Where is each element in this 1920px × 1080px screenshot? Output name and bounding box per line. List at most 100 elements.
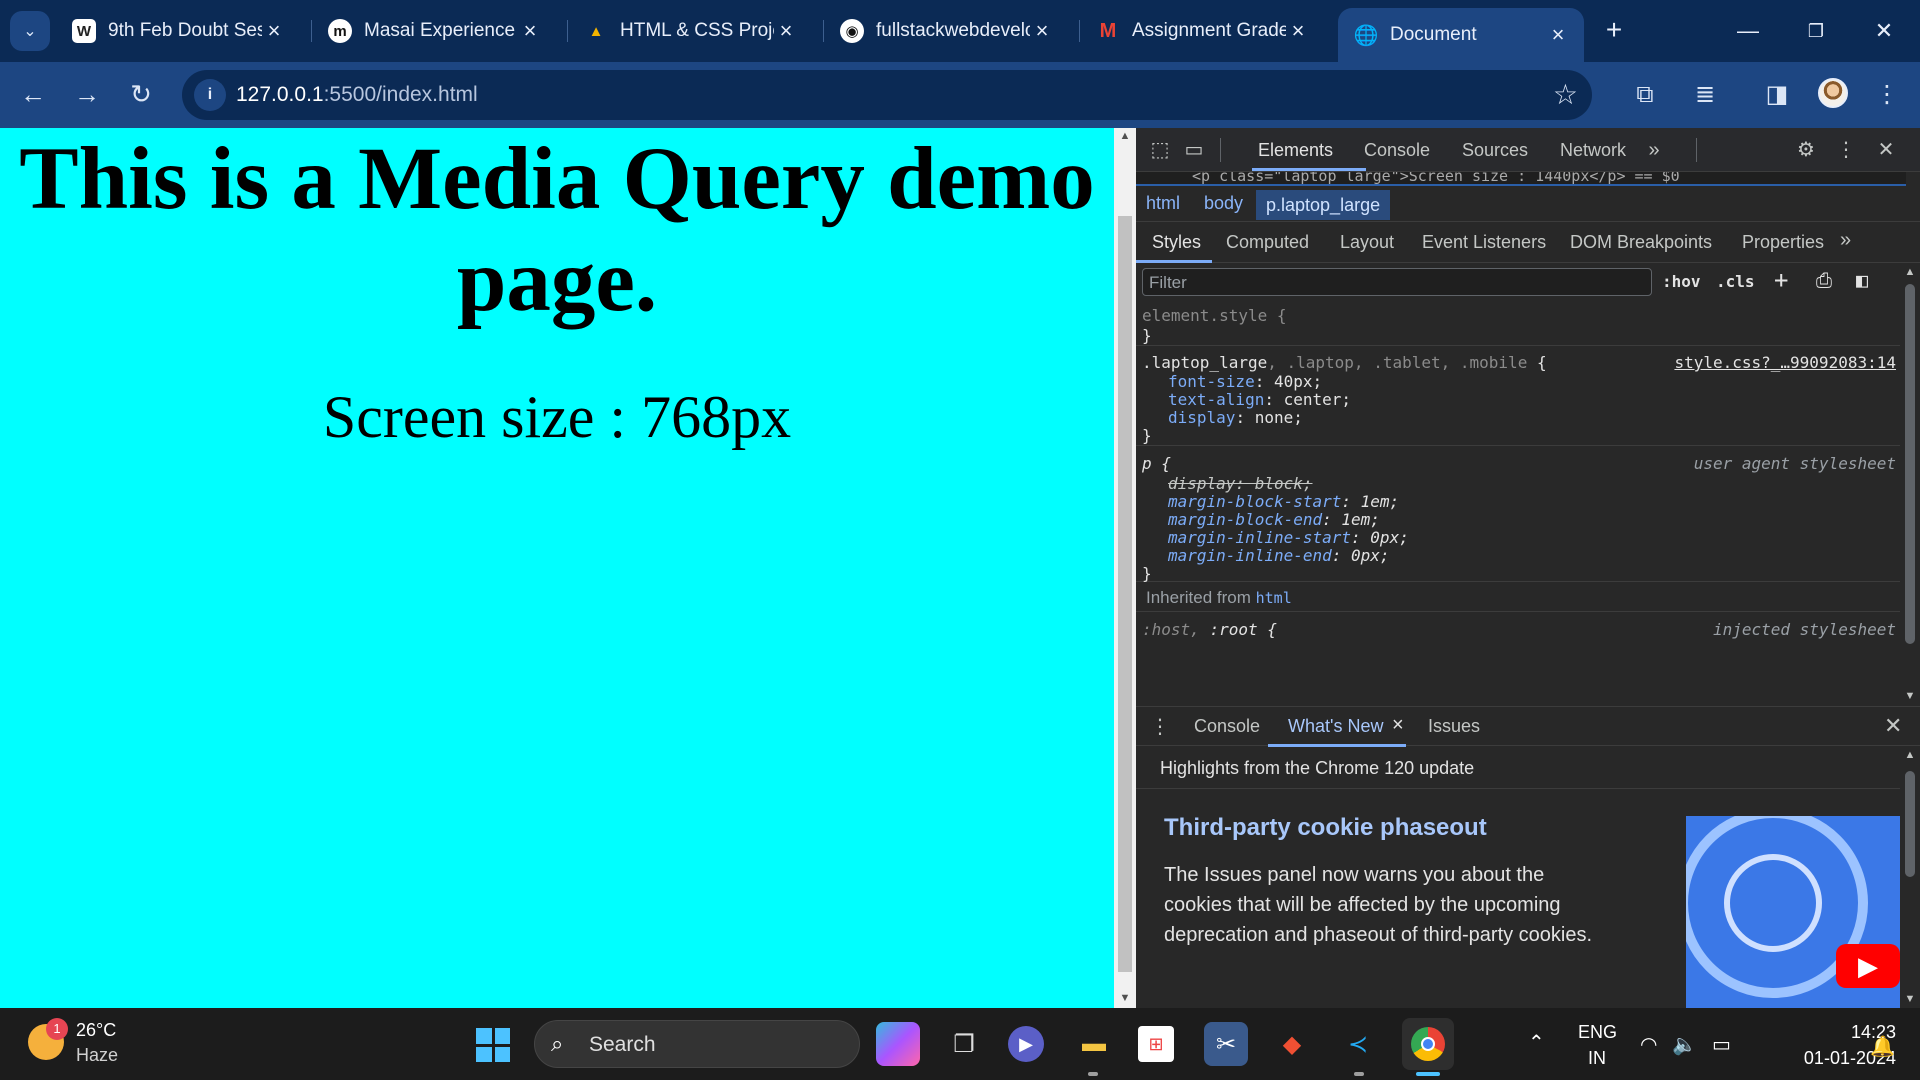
chrome-icon[interactable]	[1402, 1018, 1454, 1070]
site-info-icon[interactable]: i	[194, 79, 226, 111]
page-scrollbar-thumb[interactable]	[1118, 216, 1132, 972]
css-declaration[interactable]: font-size: 40px;	[1168, 372, 1322, 391]
tab-doubt-session[interactable]: W 9th Feb Doubt Ses ×	[56, 8, 300, 54]
styles-scrollbar-thumb[interactable]	[1905, 284, 1915, 644]
new-tab-button[interactable]: +	[1596, 13, 1632, 49]
css-declaration[interactable]: margin-inline-start: 0px;	[1168, 528, 1409, 547]
drawer-scrollbar[interactable]: ▲ ▼	[1900, 747, 1920, 1008]
restore-button[interactable]: ❐	[1786, 12, 1846, 50]
more-subtabs-icon[interactable]: »	[1840, 229, 1851, 252]
close-icon[interactable]: ×	[1546, 22, 1570, 48]
address-bar[interactable]: i 127.0.0.1:5500/index.html ☆	[182, 70, 1592, 120]
scroll-down-icon[interactable]: ▼	[1900, 690, 1920, 702]
breadcrumb-html[interactable]: html	[1146, 193, 1180, 214]
breadcrumb-body[interactable]: body	[1204, 193, 1243, 214]
device-toolbar-icon[interactable]: ▭	[1180, 136, 1208, 164]
styles-filter-input[interactable]: Filter	[1142, 268, 1652, 296]
weather-temperature[interactable]: 26°C	[76, 1020, 116, 1041]
element-style-selector[interactable]: element.style {	[1142, 306, 1287, 325]
tab-document[interactable]: 🌐 Document ×	[1338, 8, 1584, 62]
close-icon[interactable]: ×	[1030, 18, 1054, 44]
close-icon[interactable]: ×	[262, 18, 286, 44]
css-declaration[interactable]: margin-block-end: 1em;	[1168, 510, 1380, 529]
reload-button[interactable]: ↻	[122, 76, 160, 114]
feature-title-link[interactable]: Third-party cookie phaseout	[1164, 814, 1487, 842]
rule-selector[interactable]: .laptop_large, .laptop, .tablet, .mobile…	[1142, 353, 1547, 372]
cls-toggle[interactable]: .cls	[1716, 272, 1755, 291]
scroll-up-icon[interactable]: ▲	[1900, 266, 1920, 278]
show-hidden-icons-chevron-icon[interactable]: ⌃	[1528, 1030, 1545, 1055]
tab-html-css-projects[interactable]: ▲ HTML & CSS Proje ×	[568, 8, 812, 54]
scroll-up-icon[interactable]: ▲	[1900, 749, 1920, 761]
file-explorer-icon[interactable]: ▬	[1072, 1022, 1116, 1066]
close-icon[interactable]: ×	[1286, 18, 1310, 44]
start-button[interactable]	[476, 1028, 510, 1062]
tab-elements[interactable]: Elements	[1258, 140, 1333, 161]
snipping-tool-icon[interactable]: ✂	[1204, 1022, 1248, 1066]
notifications-bell-icon[interactable]: 🔔	[1870, 1034, 1895, 1059]
tab-github[interactable]: ◉ fullstackwebdevelo ×	[824, 8, 1068, 54]
media-controls-icon[interactable]: ≣	[1686, 76, 1724, 114]
tab-console[interactable]: Console	[1364, 140, 1430, 161]
scroll-up-icon[interactable]: ▲	[1114, 130, 1136, 142]
profile-avatar[interactable]	[1818, 78, 1848, 108]
css-declaration[interactable]: margin-block-start: 1em;	[1168, 492, 1399, 511]
battery-icon[interactable]: ▭	[1712, 1032, 1731, 1057]
subtab-properties[interactable]: Properties	[1742, 232, 1824, 253]
rule-selector[interactable]: :host, :root {	[1142, 620, 1277, 639]
back-button[interactable]: ←	[14, 76, 52, 114]
paint-brush-icon[interactable]: ⎙	[1816, 268, 1832, 292]
weather-condition[interactable]: Haze	[76, 1045, 118, 1066]
breadcrumb-p-laptop-large[interactable]: p.laptop_large	[1256, 190, 1391, 220]
side-panel-icon[interactable]: ◨	[1758, 76, 1796, 114]
tab-masai-experience[interactable]: m Masai Experience ×	[312, 8, 556, 54]
forward-button[interactable]: →	[68, 76, 106, 114]
drawer-menu-icon[interactable]: ⋮	[1150, 714, 1170, 739]
vscode-icon[interactable]: ≺	[1336, 1022, 1380, 1066]
close-devtools-icon[interactable]: ✕	[1872, 136, 1900, 164]
teams-chat-icon[interactable]: ▶	[1008, 1026, 1044, 1062]
bookmark-star-icon[interactable]: ☆	[1553, 78, 1578, 111]
inspect-element-icon[interactable]: ⬚	[1146, 136, 1174, 164]
toggle-sidebar-icon[interactable]: ◧	[1856, 268, 1868, 292]
scroll-down-icon[interactable]: ▼	[1114, 992, 1136, 1004]
menu-dots-icon[interactable]: ⋮	[1868, 76, 1906, 114]
tab-search-button[interactable]: ⌄	[10, 11, 50, 51]
close-window-button[interactable]: ✕	[1854, 12, 1914, 50]
youtube-play-icon[interactable]: ▶	[1836, 944, 1900, 988]
tab-network[interactable]: Network	[1560, 140, 1626, 161]
subtab-styles[interactable]: Styles	[1152, 232, 1201, 253]
git-icon[interactable]: ◆	[1270, 1022, 1314, 1066]
tab-sources[interactable]: Sources	[1462, 140, 1528, 161]
close-drawer-icon[interactable]: ✕	[1884, 713, 1902, 739]
language-primary[interactable]: ENG	[1578, 1022, 1617, 1043]
more-tabs-icon[interactable]: »	[1640, 136, 1668, 164]
subtab-layout[interactable]: Layout	[1340, 232, 1394, 253]
close-icon[interactable]: ×	[518, 18, 542, 44]
close-tab-icon[interactable]: ×	[1392, 714, 1404, 737]
close-icon[interactable]: ×	[774, 18, 798, 44]
subtab-dom-breakpoints[interactable]: DOM Breakpoints	[1570, 232, 1712, 253]
extensions-icon[interactable]: ⧉	[1626, 76, 1664, 114]
microsoft-store-icon[interactable]: ⊞	[1138, 1026, 1174, 1062]
tab-gmail-assignment[interactable]: M Assignment Grade ×	[1080, 8, 1324, 54]
devtools-menu-icon[interactable]: ⋮	[1832, 136, 1860, 164]
drawer-tab-whats-new[interactable]: What's New	[1288, 716, 1383, 737]
overridden-declaration[interactable]: display: block;	[1168, 474, 1313, 493]
language-region[interactable]: IN	[1588, 1048, 1606, 1069]
dom-tree-selected-line[interactable]: <p class="laptop_large">Screen size : 14…	[1136, 172, 1906, 186]
inherited-html-link[interactable]: html	[1256, 589, 1292, 607]
scroll-down-icon[interactable]: ▼	[1900, 993, 1920, 1005]
rule-selector[interactable]: p {	[1142, 454, 1171, 473]
taskbar-search[interactable]: ⌕ Search	[534, 1020, 860, 1068]
wifi-icon[interactable]: ◠	[1640, 1032, 1657, 1057]
page-scrollbar[interactable]: ▲ ▼	[1114, 128, 1136, 1008]
new-style-rule-icon[interactable]: +	[1774, 266, 1788, 294]
subtab-computed[interactable]: Computed	[1226, 232, 1309, 253]
feature-video-thumbnail[interactable]: ▶	[1686, 816, 1900, 1008]
minimize-button[interactable]: —	[1718, 12, 1778, 50]
drawer-scrollbar-thumb[interactable]	[1905, 771, 1915, 877]
drawer-tab-issues[interactable]: Issues	[1428, 716, 1480, 737]
address-url[interactable]: 127.0.0.1:5500/index.html	[236, 83, 478, 107]
styles-scrollbar[interactable]: ▲ ▼	[1900, 264, 1920, 706]
